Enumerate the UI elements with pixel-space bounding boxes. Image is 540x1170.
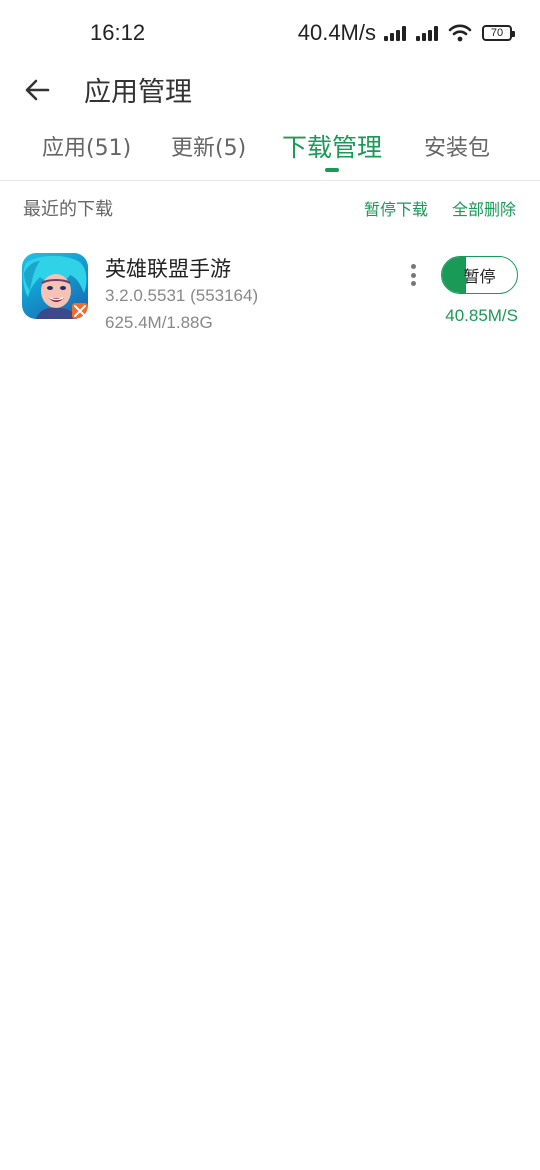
recent-downloads-header: 最近的下载 暂停下载 全部删除 <box>0 192 540 222</box>
download-progress-text: 625.4M/1.88G <box>105 313 213 332</box>
battery-level: 70 <box>490 27 504 39</box>
status-bar: 16:12 40.4M/s 70 <box>0 0 540 68</box>
tab-divider <box>0 180 540 181</box>
status-indicators: 40.4M/s 70 <box>297 20 515 46</box>
pause-button-label: 暂停 <box>463 267 496 286</box>
status-time: 16:12 <box>90 20 146 45</box>
page-title: 应用管理 <box>84 77 192 108</box>
tab-bar: 应用(51) 更新(5) 下载管理 安装包 <box>0 126 540 178</box>
tab-updates[interactable]: 更新(5) <box>171 130 246 162</box>
tab-download-manager[interactable]: 下载管理 <box>282 128 382 164</box>
tab-apps[interactable]: 应用(51) <box>42 130 131 162</box>
wifi-icon <box>448 24 472 42</box>
active-tab-indicator <box>325 168 339 172</box>
more-options-icon[interactable] <box>404 262 422 288</box>
signal-icon-2 <box>416 25 438 41</box>
tab-installation-packages[interactable]: 安装包 <box>424 130 490 162</box>
pause-download-button[interactable]: 暂停 <box>441 256 518 294</box>
delete-all-button[interactable]: 全部删除 <box>452 196 516 220</box>
pause-all-button[interactable]: 暂停下载 <box>364 196 428 220</box>
app-version: 3.2.0.5531 (553164) <box>105 286 259 305</box>
signal-icon <box>384 25 406 41</box>
network-speed: 40.4M/s <box>297 20 376 45</box>
app-header: 应用管理 <box>0 68 540 112</box>
back-arrow-icon[interactable] <box>22 74 54 106</box>
league-of-legends-wild-rift-app-icon <box>22 253 88 319</box>
app-name: 英雄联盟手游 <box>105 257 231 281</box>
battery-icon: 70 <box>482 25 515 41</box>
download-item[interactable]: 英雄联盟手游 3.2.0.5531 (553164) 625.4M/1.88G … <box>0 244 540 344</box>
download-speed: 40.85M/S <box>445 306 518 325</box>
section-title: 最近的下载 <box>23 199 113 220</box>
